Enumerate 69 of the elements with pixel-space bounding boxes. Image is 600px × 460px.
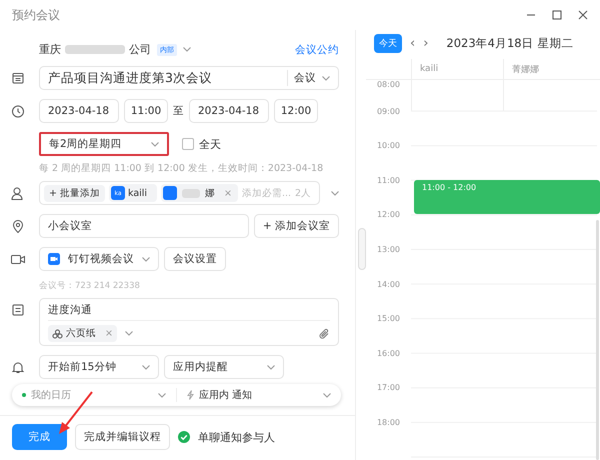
previous-button[interactable]: ‹	[410, 36, 416, 51]
chevron-down-icon	[158, 392, 166, 398]
add-room-button[interactable]: + 添加会议室	[254, 214, 339, 238]
video-meeting-select[interactable]: 钉钉视频会议	[39, 247, 159, 271]
location-pin-icon	[10, 220, 26, 232]
hour-label: 18:00	[376, 418, 400, 427]
chevron-down-icon	[151, 142, 159, 146]
calendar-date: 2023年4月18日 星期二	[446, 36, 574, 51]
chevron-down-icon[interactable]	[183, 47, 191, 52]
hour-label: 11:00	[376, 176, 400, 185]
meeting-number: 会议号：723 214 22338	[39, 280, 140, 292]
all-day-checkbox[interactable]	[182, 138, 194, 150]
notes-field[interactable]: 进度沟通 六页纸 ×	[39, 298, 339, 346]
hour-label: 09:00	[376, 106, 400, 116]
next-button[interactable]: ›	[423, 36, 428, 51]
recurrence-select[interactable]: 每2周的星期四	[39, 132, 169, 156]
notes-icon	[10, 304, 26, 316]
hour-label: 13:00	[376, 244, 400, 254]
to-label: 至	[173, 104, 184, 118]
notify-select[interactable]: 应用内 通知	[176, 388, 341, 402]
meeting-rules-link[interactable]: 会议公约	[295, 42, 339, 56]
chevron-down-icon	[142, 364, 150, 370]
done-and-edit-button[interactable]: 完成并编辑议程	[75, 424, 170, 450]
check-circle-icon[interactable]	[178, 431, 190, 443]
hour-label: 08:00	[376, 80, 400, 89]
column-header: kaili	[411, 59, 503, 79]
video-camera-icon	[48, 253, 60, 265]
recurrence-summary: 每 2 周的星期四 11:00 到 12:00 发生，生效时间：2023-04-18	[39, 162, 324, 175]
close-icon[interactable]	[578, 10, 588, 20]
bell-icon	[10, 360, 26, 374]
clock-icon	[10, 104, 26, 118]
hour-label: 15:00	[376, 314, 400, 324]
collapse-handle[interactable]	[358, 228, 366, 270]
column-header: 菁娜娜	[503, 59, 595, 79]
meeting-settings-button[interactable]: 会议设置	[164, 247, 226, 271]
reminder-type-select[interactable]: 应用内提醒	[164, 355, 284, 379]
start-date-field[interactable]: 2023-04-18	[39, 99, 119, 123]
group-icon	[52, 328, 63, 338]
company-name: 重庆	[39, 42, 61, 57]
notify-label: 单聊通知参与人	[198, 430, 275, 444]
hour-label: 12:00	[376, 210, 400, 220]
end-time-field[interactable]: 12:00	[274, 99, 318, 123]
chevron-down-icon	[322, 76, 330, 80]
blurred-text	[65, 45, 125, 54]
video-camera-icon	[10, 254, 26, 264]
reminder-time-select[interactable]: 开始前15分钟	[39, 355, 159, 379]
hour-label: 10:00	[376, 141, 400, 150]
chevron-down-icon	[323, 392, 331, 398]
batch-add-button[interactable]: + 批量添加	[44, 184, 105, 202]
hour-label: 16:00	[376, 348, 400, 358]
end-date-field[interactable]: 2023-04-18	[189, 99, 269, 123]
chevron-down-icon[interactable]	[331, 190, 339, 196]
chevron-down-icon	[142, 256, 150, 262]
window-title: 预约会议	[12, 6, 60, 24]
paperclip-icon[interactable]	[319, 328, 330, 340]
title-input[interactable]: 产品项目沟通进度第3次会议 会议	[39, 66, 339, 90]
company-name: 公司	[129, 42, 151, 57]
attendee-chip[interactable]: 娜 ×	[160, 184, 238, 202]
hour-label: 14:00	[376, 280, 400, 289]
document-chip[interactable]: 六页纸 ×	[48, 325, 117, 342]
hour-label: 17:00	[376, 383, 400, 392]
chevron-down-icon[interactable]	[124, 331, 133, 336]
start-time-field[interactable]: 11:00	[124, 99, 168, 123]
chevron-down-icon	[267, 364, 275, 370]
all-day-label: 全天	[199, 136, 221, 152]
maximize-icon[interactable]	[552, 10, 562, 20]
location-field[interactable]: 小会议室	[39, 214, 249, 238]
calendar-icon	[10, 72, 26, 84]
lightning-icon	[187, 390, 194, 400]
